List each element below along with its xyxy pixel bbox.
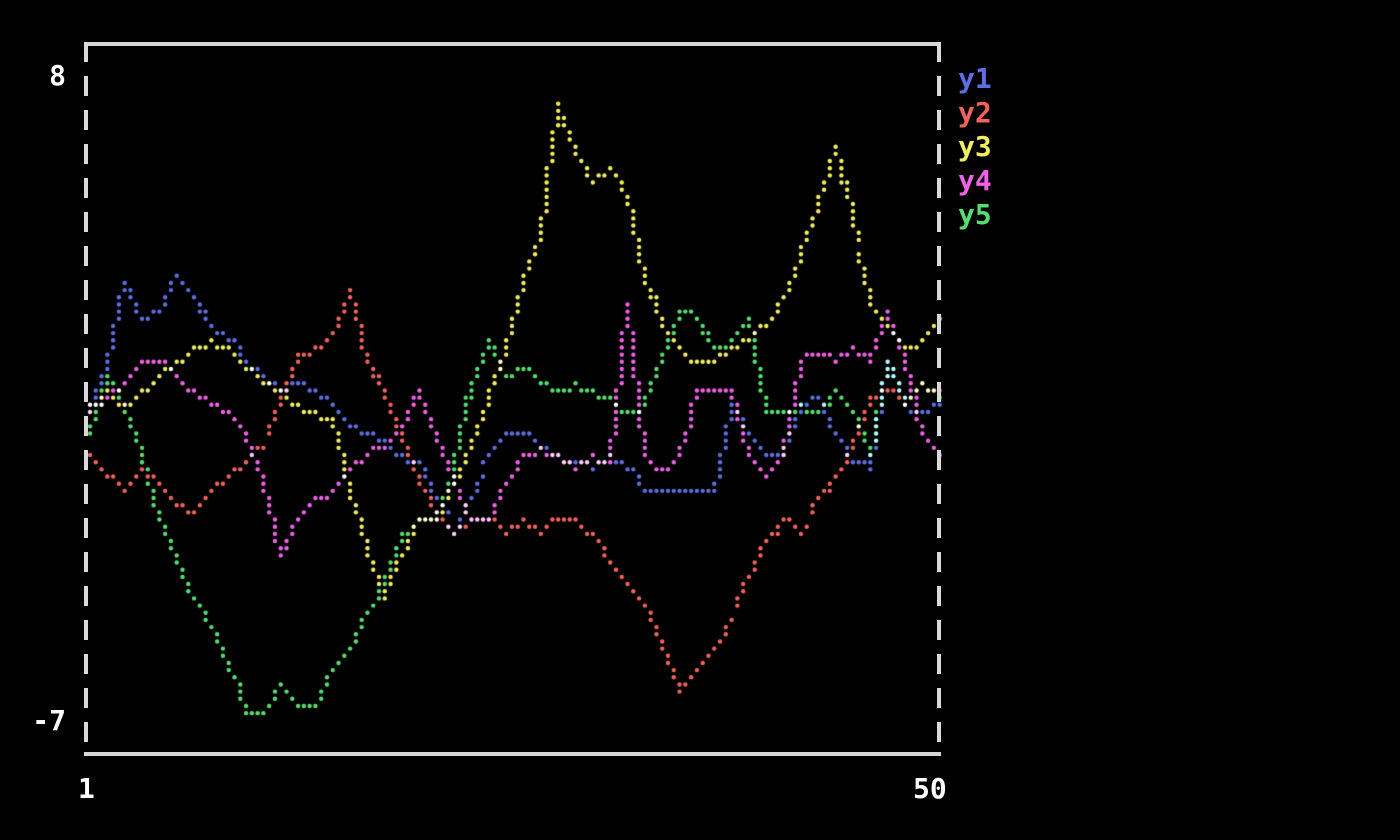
legend-item-y4: y4 xyxy=(958,164,992,198)
x-axis-min-label: 1 xyxy=(78,775,95,803)
plot-border-left xyxy=(84,42,88,756)
legend: y1 y2 y3 y4 y5 xyxy=(958,62,992,232)
plot-border-right xyxy=(937,42,941,756)
y-axis-min-label: -7 xyxy=(0,707,66,735)
plot-border-top xyxy=(84,42,941,46)
y-axis-max-label: 8 xyxy=(0,62,66,90)
plot-canvas xyxy=(0,0,1400,840)
legend-item-y5: y5 xyxy=(958,198,992,232)
plot-border-bottom xyxy=(84,752,941,756)
legend-item-y1: y1 xyxy=(958,62,992,96)
x-axis-max-label: 50 xyxy=(913,775,947,803)
legend-item-y2: y2 xyxy=(958,96,992,130)
legend-item-y3: y3 xyxy=(958,130,992,164)
terminal-plot: 8 -7 1 50 y1 y2 y3 y4 y5 xyxy=(0,0,1400,840)
